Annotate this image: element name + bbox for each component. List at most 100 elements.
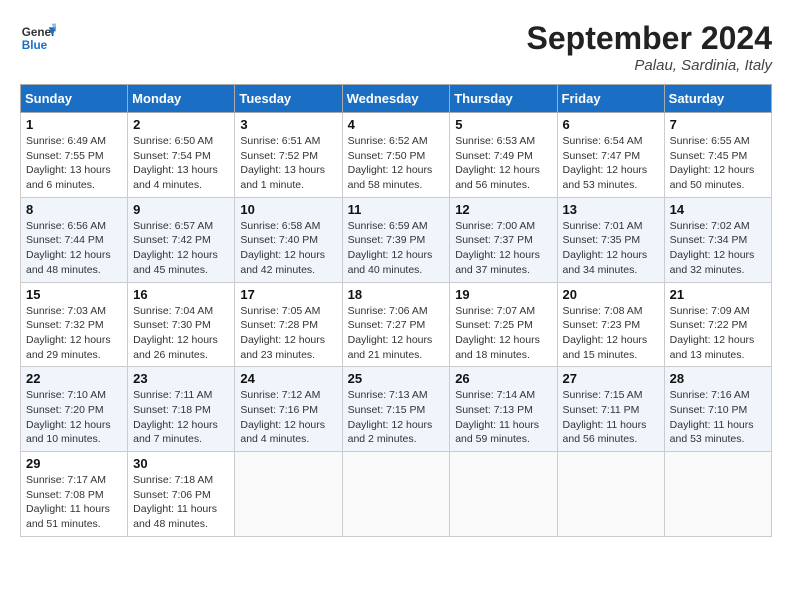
calendar-cell: 8 Sunrise: 6:56 AM Sunset: 7:44 PM Dayli… bbox=[21, 197, 128, 282]
calendar-cell bbox=[450, 452, 557, 537]
calendar-table: SundayMondayTuesdayWednesdayThursdayFrid… bbox=[20, 84, 772, 537]
day-number: 26 bbox=[455, 371, 551, 386]
calendar-cell: 25 Sunrise: 7:13 AM Sunset: 7:15 PM Dayl… bbox=[342, 367, 450, 452]
weekday-header: Wednesday bbox=[342, 85, 450, 113]
day-info: Sunrise: 6:56 AM Sunset: 7:44 PM Dayligh… bbox=[26, 219, 122, 278]
day-info: Sunrise: 7:12 AM Sunset: 7:16 PM Dayligh… bbox=[240, 388, 336, 447]
day-info: Sunrise: 6:55 AM Sunset: 7:45 PM Dayligh… bbox=[670, 134, 766, 193]
calendar-cell: 13 Sunrise: 7:01 AM Sunset: 7:35 PM Dayl… bbox=[557, 197, 664, 282]
day-number: 21 bbox=[670, 287, 766, 302]
calendar-cell: 6 Sunrise: 6:54 AM Sunset: 7:47 PM Dayli… bbox=[557, 113, 664, 198]
calendar-cell: 30 Sunrise: 7:18 AM Sunset: 7:06 PM Dayl… bbox=[128, 452, 235, 537]
day-number: 10 bbox=[240, 202, 336, 217]
calendar-cell: 28 Sunrise: 7:16 AM Sunset: 7:10 PM Dayl… bbox=[664, 367, 771, 452]
day-number: 24 bbox=[240, 371, 336, 386]
calendar-cell: 15 Sunrise: 7:03 AM Sunset: 7:32 PM Dayl… bbox=[21, 282, 128, 367]
day-number: 16 bbox=[133, 287, 229, 302]
calendar-cell bbox=[557, 452, 664, 537]
day-number: 30 bbox=[133, 456, 229, 471]
weekday-header: Sunday bbox=[21, 85, 128, 113]
day-info: Sunrise: 6:50 AM Sunset: 7:54 PM Dayligh… bbox=[133, 134, 229, 193]
day-number: 1 bbox=[26, 117, 122, 132]
calendar-cell: 19 Sunrise: 7:07 AM Sunset: 7:25 PM Dayl… bbox=[450, 282, 557, 367]
day-info: Sunrise: 7:00 AM Sunset: 7:37 PM Dayligh… bbox=[455, 219, 551, 278]
calendar-cell bbox=[664, 452, 771, 537]
day-number: 18 bbox=[348, 287, 445, 302]
day-number: 7 bbox=[670, 117, 766, 132]
calendar-cell: 24 Sunrise: 7:12 AM Sunset: 7:16 PM Dayl… bbox=[235, 367, 342, 452]
day-info: Sunrise: 7:04 AM Sunset: 7:30 PM Dayligh… bbox=[133, 304, 229, 363]
day-info: Sunrise: 6:49 AM Sunset: 7:55 PM Dayligh… bbox=[26, 134, 122, 193]
calendar-cell: 26 Sunrise: 7:14 AM Sunset: 7:13 PM Dayl… bbox=[450, 367, 557, 452]
month-title: September 2024 bbox=[527, 20, 772, 57]
day-number: 27 bbox=[563, 371, 659, 386]
day-info: Sunrise: 7:10 AM Sunset: 7:20 PM Dayligh… bbox=[26, 388, 122, 447]
day-number: 4 bbox=[348, 117, 445, 132]
day-info: Sunrise: 7:03 AM Sunset: 7:32 PM Dayligh… bbox=[26, 304, 122, 363]
day-info: Sunrise: 7:05 AM Sunset: 7:28 PM Dayligh… bbox=[240, 304, 336, 363]
day-number: 2 bbox=[133, 117, 229, 132]
day-number: 12 bbox=[455, 202, 551, 217]
calendar-cell: 11 Sunrise: 6:59 AM Sunset: 7:39 PM Dayl… bbox=[342, 197, 450, 282]
calendar-cell: 5 Sunrise: 6:53 AM Sunset: 7:49 PM Dayli… bbox=[450, 113, 557, 198]
calendar-cell: 14 Sunrise: 7:02 AM Sunset: 7:34 PM Dayl… bbox=[664, 197, 771, 282]
weekday-header: Monday bbox=[128, 85, 235, 113]
weekday-header: Tuesday bbox=[235, 85, 342, 113]
day-info: Sunrise: 7:15 AM Sunset: 7:11 PM Dayligh… bbox=[563, 388, 659, 447]
day-info: Sunrise: 7:02 AM Sunset: 7:34 PM Dayligh… bbox=[670, 219, 766, 278]
calendar-cell: 16 Sunrise: 7:04 AM Sunset: 7:30 PM Dayl… bbox=[128, 282, 235, 367]
day-number: 25 bbox=[348, 371, 445, 386]
day-info: Sunrise: 7:14 AM Sunset: 7:13 PM Dayligh… bbox=[455, 388, 551, 447]
day-info: Sunrise: 7:01 AM Sunset: 7:35 PM Dayligh… bbox=[563, 219, 659, 278]
day-number: 5 bbox=[455, 117, 551, 132]
calendar-cell: 12 Sunrise: 7:00 AM Sunset: 7:37 PM Dayl… bbox=[450, 197, 557, 282]
calendar-cell bbox=[342, 452, 450, 537]
calendar-cell: 23 Sunrise: 7:11 AM Sunset: 7:18 PM Dayl… bbox=[128, 367, 235, 452]
calendar-cell: 2 Sunrise: 6:50 AM Sunset: 7:54 PM Dayli… bbox=[128, 113, 235, 198]
weekday-header: Thursday bbox=[450, 85, 557, 113]
logo-icon: General Blue bbox=[20, 20, 56, 56]
weekday-header: Saturday bbox=[664, 85, 771, 113]
calendar-cell: 7 Sunrise: 6:55 AM Sunset: 7:45 PM Dayli… bbox=[664, 113, 771, 198]
calendar-cell: 10 Sunrise: 6:58 AM Sunset: 7:40 PM Dayl… bbox=[235, 197, 342, 282]
calendar-cell: 4 Sunrise: 6:52 AM Sunset: 7:50 PM Dayli… bbox=[342, 113, 450, 198]
day-info: Sunrise: 7:11 AM Sunset: 7:18 PM Dayligh… bbox=[133, 388, 229, 447]
day-info: Sunrise: 7:13 AM Sunset: 7:15 PM Dayligh… bbox=[348, 388, 445, 447]
calendar-cell: 21 Sunrise: 7:09 AM Sunset: 7:22 PM Dayl… bbox=[664, 282, 771, 367]
day-info: Sunrise: 7:09 AM Sunset: 7:22 PM Dayligh… bbox=[670, 304, 766, 363]
day-info: Sunrise: 7:18 AM Sunset: 7:06 PM Dayligh… bbox=[133, 473, 229, 532]
day-info: Sunrise: 6:59 AM Sunset: 7:39 PM Dayligh… bbox=[348, 219, 445, 278]
calendar-cell: 27 Sunrise: 7:15 AM Sunset: 7:11 PM Dayl… bbox=[557, 367, 664, 452]
day-info: Sunrise: 7:16 AM Sunset: 7:10 PM Dayligh… bbox=[670, 388, 766, 447]
day-info: Sunrise: 7:07 AM Sunset: 7:25 PM Dayligh… bbox=[455, 304, 551, 363]
svg-text:Blue: Blue bbox=[22, 39, 48, 52]
day-number: 14 bbox=[670, 202, 766, 217]
day-info: Sunrise: 6:52 AM Sunset: 7:50 PM Dayligh… bbox=[348, 134, 445, 193]
calendar-cell: 1 Sunrise: 6:49 AM Sunset: 7:55 PM Dayli… bbox=[21, 113, 128, 198]
day-info: Sunrise: 7:06 AM Sunset: 7:27 PM Dayligh… bbox=[348, 304, 445, 363]
calendar-cell: 18 Sunrise: 7:06 AM Sunset: 7:27 PM Dayl… bbox=[342, 282, 450, 367]
day-number: 20 bbox=[563, 287, 659, 302]
title-area: September 2024 Palau, Sardinia, Italy bbox=[527, 20, 772, 74]
day-info: Sunrise: 6:53 AM Sunset: 7:49 PM Dayligh… bbox=[455, 134, 551, 193]
calendar-cell: 3 Sunrise: 6:51 AM Sunset: 7:52 PM Dayli… bbox=[235, 113, 342, 198]
day-number: 11 bbox=[348, 202, 445, 217]
day-number: 17 bbox=[240, 287, 336, 302]
page-header: General Blue September 2024 Palau, Sardi… bbox=[20, 20, 772, 74]
day-number: 28 bbox=[670, 371, 766, 386]
calendar-cell: 22 Sunrise: 7:10 AM Sunset: 7:20 PM Dayl… bbox=[21, 367, 128, 452]
day-info: Sunrise: 6:57 AM Sunset: 7:42 PM Dayligh… bbox=[133, 219, 229, 278]
calendar-cell: 29 Sunrise: 7:17 AM Sunset: 7:08 PM Dayl… bbox=[21, 452, 128, 537]
logo: General Blue bbox=[20, 20, 56, 56]
day-number: 19 bbox=[455, 287, 551, 302]
day-number: 23 bbox=[133, 371, 229, 386]
calendar-cell: 9 Sunrise: 6:57 AM Sunset: 7:42 PM Dayli… bbox=[128, 197, 235, 282]
location: Palau, Sardinia, Italy bbox=[527, 57, 772, 74]
calendar-cell: 17 Sunrise: 7:05 AM Sunset: 7:28 PM Dayl… bbox=[235, 282, 342, 367]
day-info: Sunrise: 7:08 AM Sunset: 7:23 PM Dayligh… bbox=[563, 304, 659, 363]
day-number: 9 bbox=[133, 202, 229, 217]
day-number: 8 bbox=[26, 202, 122, 217]
day-number: 15 bbox=[26, 287, 122, 302]
day-number: 3 bbox=[240, 117, 336, 132]
day-number: 22 bbox=[26, 371, 122, 386]
